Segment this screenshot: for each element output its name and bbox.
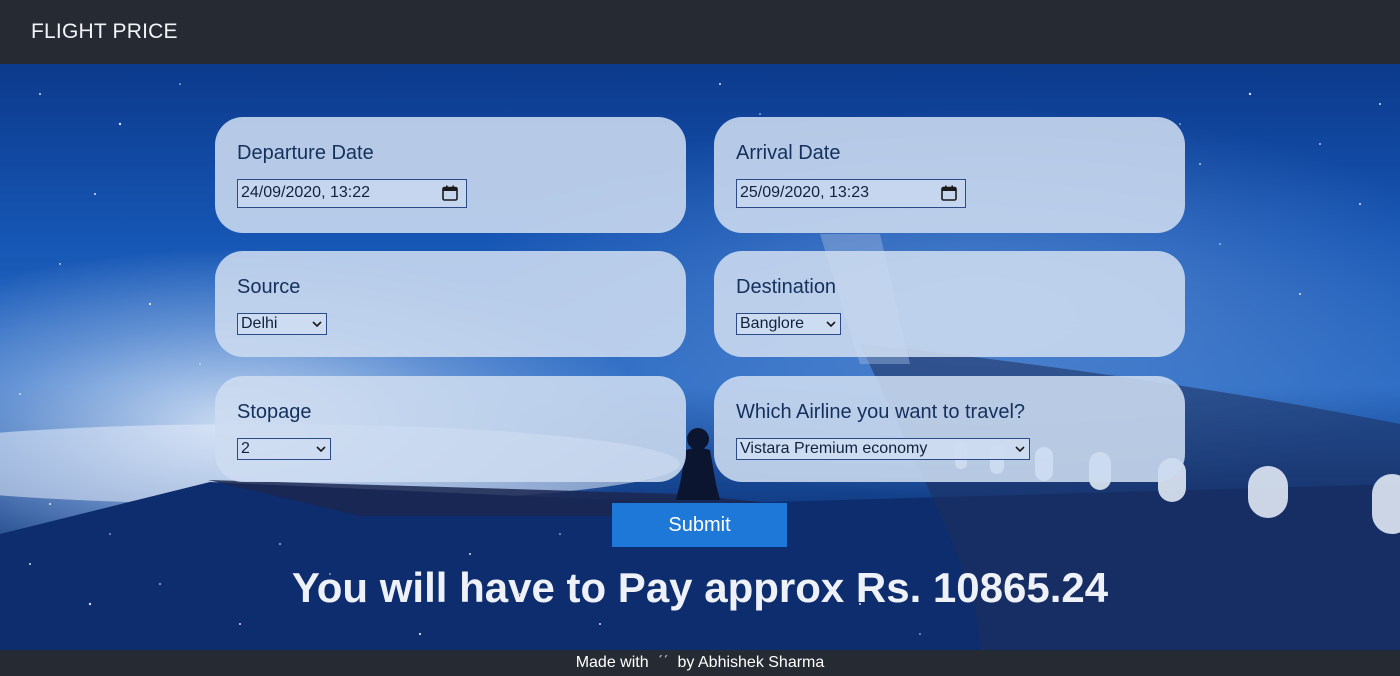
stopage-card: Stopage 2	[215, 376, 686, 482]
price-result-text: You will have to Pay approx Rs. 10865.24	[291, 564, 1109, 611]
night-sky-plane-illustration	[0, 83, 1400, 650]
destination-label: Destination	[736, 276, 837, 298]
source-label: Source	[237, 276, 301, 298]
heart-icon: ˊˊ	[657, 654, 669, 671]
arrival-date-value: 25/09/2020, 13:23	[740, 184, 870, 201]
submit-button[interactable]: Submit	[612, 503, 787, 547]
stopage-label: Stopage	[237, 401, 312, 423]
chevron-down-icon	[312, 321, 322, 328]
calendar-icon[interactable]	[941, 185, 957, 201]
hero-background: Departure Date 24/09/2020, 13:22 Arrival…	[0, 64, 1400, 650]
destination-card: Destination Banglore	[714, 251, 1185, 357]
footer: Made with ˊˊ by Abhishek Sharma	[0, 650, 1400, 676]
source-card: Source Delhi	[215, 251, 686, 357]
arrival-date-input[interactable]: 25/09/2020, 13:23	[736, 179, 966, 208]
departure-date-label: Departure Date	[237, 142, 374, 164]
arrival-date-label: Arrival Date	[736, 142, 841, 164]
airline-selected-value: Vistara Premium economy	[740, 440, 928, 457]
departure-date-card: Departure Date 24/09/2020, 13:22	[215, 117, 686, 233]
airline-label: Which Airline you want to travel?	[736, 401, 1026, 423]
airline-card: Which Airline you want to travel? Vistar…	[714, 376, 1185, 482]
destination-selected-value: Banglore	[740, 315, 805, 332]
chevron-down-icon	[316, 446, 326, 453]
stopage-selected-value: 2	[241, 440, 250, 457]
navbar: FLIGHT PRICE	[0, 0, 1400, 64]
airline-select[interactable]: Vistara Premium economy	[736, 438, 1030, 460]
chevron-down-icon	[1015, 446, 1025, 453]
brand-link[interactable]: FLIGHT PRICE	[31, 20, 178, 44]
chevron-down-icon	[826, 321, 836, 328]
footer-prefix: Made with	[575, 654, 649, 671]
calendar-icon[interactable]	[442, 185, 458, 201]
departure-date-input[interactable]: 24/09/2020, 13:22	[237, 179, 467, 208]
footer-author: by Abhishek Sharma	[677, 654, 825, 671]
source-select[interactable]: Delhi	[237, 313, 327, 335]
destination-select[interactable]: Banglore	[736, 313, 841, 335]
source-selected-value: Delhi	[241, 315, 278, 332]
departure-date-value: 24/09/2020, 13:22	[241, 184, 371, 201]
arrival-date-card: Arrival Date 25/09/2020, 13:23	[714, 117, 1185, 233]
stopage-select[interactable]: 2	[237, 438, 331, 460]
